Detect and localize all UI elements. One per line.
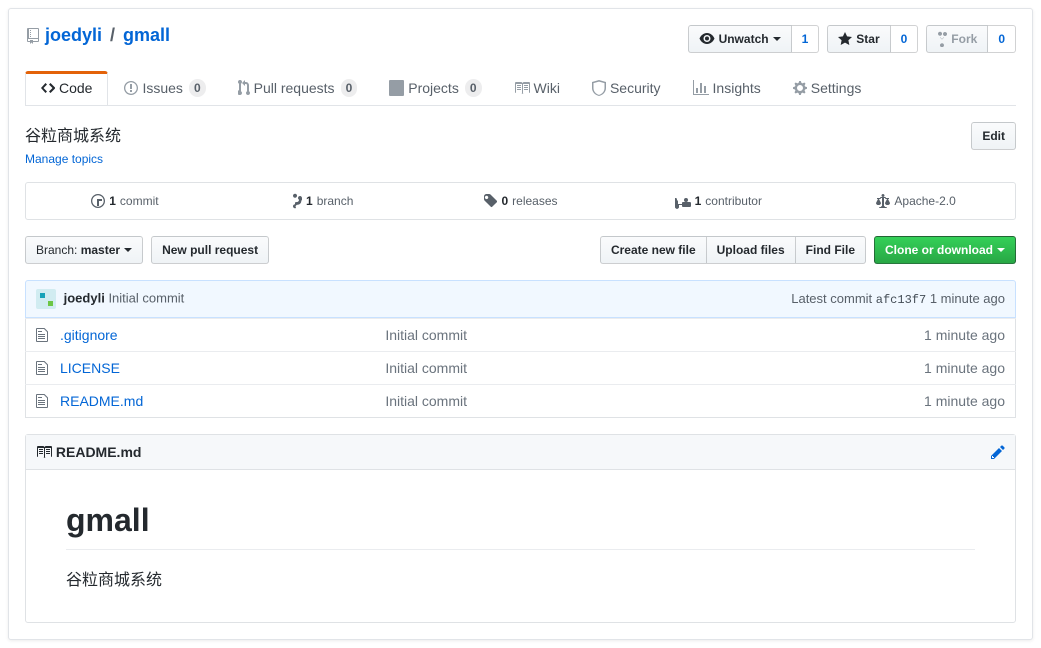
shield-icon — [592, 80, 606, 96]
manage-topics-link[interactable]: Manage topics — [25, 152, 103, 166]
file-link[interactable]: .gitignore — [60, 327, 118, 343]
graph-icon — [693, 80, 709, 96]
code-icon — [41, 80, 55, 96]
latest-commit-bar: joedyli Initial commit Latest commit afc… — [25, 280, 1016, 318]
branch-select-button[interactable]: Branch: master — [25, 236, 143, 264]
fork-button[interactable]: Fork — [926, 25, 988, 53]
commit-age: 1 minute ago — [930, 291, 1005, 306]
tab-issues[interactable]: Issues0 — [108, 71, 221, 105]
file-icon — [26, 352, 51, 385]
tab-security[interactable]: Security — [576, 71, 677, 105]
repo-title: joedyli / gmall — [25, 25, 170, 46]
book-icon — [514, 80, 530, 96]
tag-icon — [483, 193, 497, 209]
watchers-count[interactable]: 1 — [792, 25, 820, 53]
tab-pull-requests[interactable]: Pull requests0 — [222, 71, 374, 105]
file-commit-msg[interactable]: Initial commit — [375, 352, 695, 385]
book-icon — [36, 444, 52, 460]
readme-header: README.md — [36, 444, 141, 460]
avatar[interactable] — [36, 289, 56, 309]
history-icon — [91, 193, 105, 209]
tab-wiki[interactable]: Wiki — [498, 71, 576, 105]
tab-code[interactable]: Code — [25, 71, 108, 105]
file-commit-msg[interactable]: Initial commit — [375, 385, 695, 418]
eye-icon — [699, 31, 715, 47]
file-list: .gitignoreInitial commit1 minute agoLICE… — [25, 318, 1016, 418]
edit-button[interactable]: Edit — [971, 122, 1016, 150]
gear-icon — [793, 80, 807, 96]
stars-count[interactable]: 0 — [891, 25, 919, 53]
file-icon — [26, 385, 51, 418]
branch-icon — [292, 193, 302, 209]
commits-stat[interactable]: 1commit — [26, 183, 224, 219]
people-icon — [675, 193, 691, 209]
readme-paragraph: 谷粒商城系统 — [66, 566, 975, 590]
find-file-button[interactable]: Find File — [795, 236, 866, 264]
commit-sha-link[interactable]: afc13f7 — [876, 293, 926, 307]
tab-insights[interactable]: Insights — [677, 71, 777, 105]
repo-nav: Code Issues0 Pull requests0 Projects0 Wi… — [25, 71, 1016, 106]
star-icon — [838, 31, 852, 47]
file-age: 1 minute ago — [696, 319, 1016, 352]
unwatch-button[interactable]: Unwatch — [688, 25, 792, 53]
project-icon — [389, 80, 404, 96]
create-new-file-button[interactable]: Create new file — [600, 236, 706, 264]
table-row: LICENSE Initial commit1 minute ago — [26, 352, 1016, 385]
releases-stat[interactable]: 0releases — [422, 183, 620, 219]
pencil-icon — [991, 444, 1005, 460]
tab-projects[interactable]: Projects0 — [373, 71, 497, 105]
repo-description: 谷粒商城系统 — [25, 122, 121, 146]
pull-request-icon — [238, 80, 250, 96]
edit-readme-button[interactable] — [991, 444, 1005, 460]
repo-link[interactable]: gmall — [123, 25, 170, 45]
table-row: .gitignore Initial commit1 minute ago — [26, 319, 1016, 352]
file-icon — [26, 319, 51, 352]
tab-settings[interactable]: Settings — [777, 71, 878, 105]
law-icon — [876, 193, 890, 209]
readme-h1: gmall — [66, 502, 975, 550]
fork-icon — [937, 31, 947, 47]
issue-icon — [124, 80, 138, 96]
commit-author-link[interactable]: joedyli — [64, 290, 105, 305]
commit-message[interactable]: Initial commit — [108, 290, 184, 305]
forks-count[interactable]: 0 — [988, 25, 1016, 53]
license-stat[interactable]: Apache-2.0 — [817, 183, 1015, 219]
star-button[interactable]: Star — [827, 25, 890, 53]
file-age: 1 minute ago — [696, 352, 1016, 385]
branches-stat[interactable]: 1branch — [224, 183, 422, 219]
file-link[interactable]: README.md — [60, 393, 143, 409]
file-link[interactable]: LICENSE — [60, 360, 120, 376]
owner-link[interactable]: joedyli — [45, 25, 102, 46]
file-age: 1 minute ago — [696, 385, 1016, 418]
clone-download-button[interactable]: Clone or download — [874, 236, 1016, 264]
repo-icon — [25, 28, 41, 44]
table-row: README.md Initial commit1 minute ago — [26, 385, 1016, 418]
upload-files-button[interactable]: Upload files — [706, 236, 795, 264]
contributors-stat[interactable]: 1contributor — [619, 183, 817, 219]
file-commit-msg[interactable]: Initial commit — [375, 319, 695, 352]
new-pull-request-button[interactable]: New pull request — [151, 236, 269, 264]
